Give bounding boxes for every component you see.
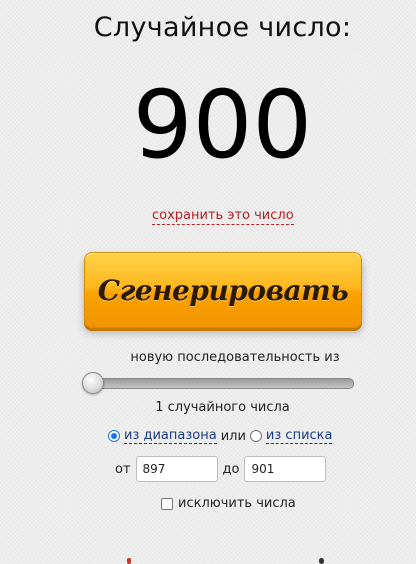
exclude-checkbox[interactable] bbox=[161, 497, 173, 510]
save-number-link[interactable]: сохранить это число bbox=[152, 208, 294, 225]
sequence-label: новую последовательность из bbox=[130, 350, 340, 365]
mode-separator: или bbox=[220, 428, 246, 444]
range-to-input[interactable] bbox=[244, 456, 327, 482]
generate-button[interactable]: Сгенерировать bbox=[84, 252, 362, 328]
range-from-input[interactable] bbox=[135, 456, 218, 482]
mode-selector: из диапазона или из списка bbox=[108, 428, 333, 444]
page-title: Случайное число: bbox=[93, 12, 352, 43]
radio-range[interactable] bbox=[108, 430, 120, 442]
generate-button-label: Сгенерировать bbox=[97, 273, 349, 307]
cut-off-text-fragment bbox=[127, 558, 131, 564]
count-slider-thumb[interactable] bbox=[82, 372, 104, 394]
cut-off-text-fragment bbox=[319, 558, 324, 564]
exclude-option: исключить числа bbox=[161, 496, 296, 511]
range-inputs: от до bbox=[115, 456, 331, 482]
mode-list-label[interactable]: из списка bbox=[265, 428, 333, 444]
mode-range-label[interactable]: из диапазона bbox=[124, 428, 217, 444]
random-number: 900 bbox=[132, 71, 313, 180]
count-slider-track[interactable] bbox=[86, 378, 354, 389]
radio-list[interactable] bbox=[249, 430, 262, 442]
range-from-label: от bbox=[115, 461, 131, 477]
exclude-label: исключить числа bbox=[178, 496, 296, 511]
range-to-label: до bbox=[222, 461, 240, 477]
count-label: 1 случайного числа bbox=[155, 400, 290, 415]
